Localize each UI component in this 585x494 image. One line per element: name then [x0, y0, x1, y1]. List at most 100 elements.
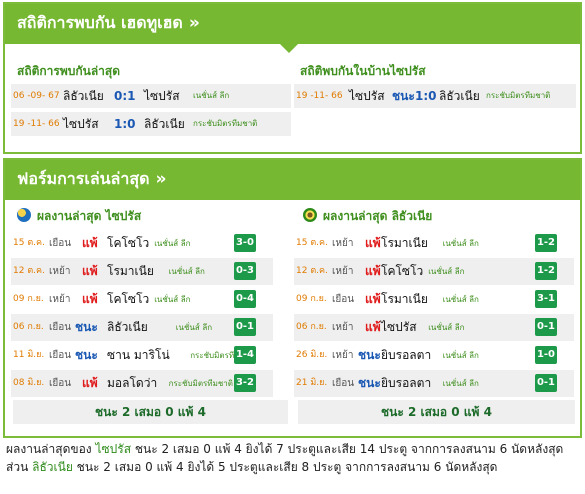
form-row[interactable]: 15 ต.ค. เหย้า แพ้ โรมาเนีย เนชั่นส์ ลีก 1-2 [294, 230, 574, 257]
form-row[interactable]: 06 ก.ย. เยือน ชนะ ลิธัวเนีย เนชั่นส์ ลีก 0-1 [11, 314, 273, 341]
opponent-team: โรมาเนีย [107, 264, 154, 278]
competition: กระชับมิตรทีมชาติ [193, 119, 258, 128]
score-badge: 1-4 [234, 346, 256, 364]
form-header: ฟอร์มการเล่นล่าสุด » [5, 160, 580, 200]
match-result: ชนะ [75, 320, 98, 334]
home-away: เหย้า [332, 238, 354, 249]
match-score: 0:1 [114, 89, 136, 103]
score-badge: 3-2 [234, 374, 256, 392]
match-date: 06 ก.ย. [296, 322, 327, 332]
form-row[interactable]: 09 ก.ย. เยือน แพ้ โรมาเนีย เนชั่นส์ ลีก 3-1 [294, 286, 574, 313]
h2h-panel: สถิติการพบกัน เฮดทูเฮด » สถิติการพบกันล่า… [3, 2, 582, 154]
score-badge: 1-0 [535, 346, 557, 364]
match-result: ชนะ [358, 348, 381, 362]
left-form-summary: ชนะ 2 เสมอ 0 แพ้ 4 [13, 400, 288, 424]
opponent-team: โรมาเนีย [381, 292, 428, 306]
match-date: 09 ก.ย. [13, 294, 44, 304]
match-result: ชนะ [358, 376, 381, 390]
home-away: เหย้า [332, 350, 354, 361]
away-team: ไซปรัส [144, 89, 180, 103]
double-chevron-right-icon: » [155, 169, 167, 189]
score-badge: 0-3 [234, 262, 256, 280]
form-row[interactable]: 15 ต.ค. เยือน แพ้ โคโซโว เนชั่นส์ ลีก 3-0 [11, 230, 273, 257]
form-row[interactable]: 12 ต.ค. เหย้า แพ้ โรมาเนีย เนชั่นส์ ลีก 0-3 [11, 258, 273, 285]
competition: เนชั่นส์ ลีก [193, 91, 230, 100]
match-date: 06 -09- 67 [13, 91, 60, 101]
home-away: เหย้า [49, 266, 71, 277]
match-result: แพ้ [82, 264, 98, 278]
match-result: แพ้ [365, 236, 381, 250]
form-row[interactable]: 11 มิ.ย. เยือน ชนะ ซาน มาริโน่ กระชับมิตรทีม… [11, 342, 273, 369]
double-chevron-right-icon: » [188, 13, 200, 33]
opponent-team: โคโซโว [381, 264, 424, 278]
opponent-team: โคโซโว [107, 236, 150, 250]
lithuania-crest-icon [303, 208, 317, 222]
away-team: ลิธัวเนีย [439, 89, 480, 103]
h2h-match-row[interactable]: 06 -09- 67 ลิธัวเนีย 0:1 ไซปรัส เนชั่นส์ ลีก [11, 84, 291, 108]
score-badge: 1-2 [535, 262, 557, 280]
match-result: แพ้ [82, 292, 98, 306]
h2h-left-subtitle: สถิติการพบกันล่าสุด [17, 64, 121, 78]
form-row[interactable]: 09 ก.ย. เหย้า แพ้ โคโซโว เนชั่นส์ ลีก 0-4 [11, 286, 273, 313]
home-team: ไซปรัส [63, 117, 99, 131]
competition: เนชั่นส์ ลีก [442, 295, 479, 304]
form-panel: ฟอร์มการเล่นล่าสุด » ผลงานล่าสุด ไซปรัส ผ… [3, 158, 582, 438]
home-away: เยือน [332, 378, 355, 389]
form-row[interactable]: 26 มิ.ย. เหย้า ชนะ ยิบรอลตา เนชั่นส์ ลีก 1-0 [294, 342, 574, 369]
opponent-team: ไซปรัส [381, 320, 417, 334]
match-date: 19 -11- 66 [13, 119, 60, 129]
score-badge: 0-1 [234, 318, 256, 336]
team-link-cyprus[interactable]: ไซปรัส [95, 442, 131, 456]
opponent-team: ยิบรอลตา [381, 376, 432, 390]
score-badge: 3-1 [535, 290, 557, 308]
opponent-team: มอลโดว่า [107, 376, 158, 390]
match-date: 09 ก.ย. [296, 294, 327, 304]
home-away: เยือน [49, 378, 72, 389]
competition: เนชั่นส์ ลีก [442, 351, 479, 360]
form-row[interactable]: 08 มิ.ย. เยือน แพ้ มอลโดว่า กระชับมิตรทีมชาต… [11, 370, 273, 397]
h2h-title: สถิติการพบกัน เฮดทูเฮด [17, 13, 183, 32]
form-right-subtitle: ผลงานล่าสุด ลิธัวเนีย [303, 207, 432, 226]
competition: เนชั่นส์ ลีก [428, 267, 465, 276]
home-team: ไซปรัส [349, 89, 385, 103]
home-away: เยือน [332, 294, 355, 305]
match-date: 21 มิ.ย. [296, 378, 328, 388]
home-away: เหย้า [332, 266, 354, 277]
competition: เนชั่นส์ ลีก [154, 239, 191, 248]
home-team: ลิธัวเนีย [63, 89, 104, 103]
competition: เนชั่นส์ ลีก [168, 267, 205, 276]
form-row[interactable]: 06 ก.ย. เหย้า แพ้ ไซปรัส เนชั่นส์ ลีก 0-1 [294, 314, 574, 341]
home-away: เหย้า [332, 322, 354, 333]
competition: เนชั่นส์ ลีก [442, 379, 479, 388]
right-form-summary: ชนะ 2 เสมอ 0 แพ้ 4 [298, 400, 575, 424]
form-row[interactable]: 12 ต.ค. เหย้า แพ้ โคโซโว เนชั่นส์ ลีก 1-2 [294, 258, 574, 285]
match-result: แพ้ [82, 236, 98, 250]
form-left-subtitle: ผลงานล่าสุด ไซปรัส [17, 207, 141, 226]
form-row[interactable]: 21 มิ.ย. เยือน ชนะ ยิบรอลตา เนชั่นส์ ลีก 0-1 [294, 370, 574, 397]
opponent-team: โคโซโว [107, 292, 150, 306]
match-result: ชนะ [392, 89, 415, 103]
match-result: แพ้ [365, 264, 381, 278]
score-badge: 3-0 [234, 234, 256, 252]
match-date: 15 ต.ค. [13, 238, 45, 248]
competition: กระชับมิตรทีมชาติ [168, 379, 233, 388]
match-score: 1:0 [415, 89, 437, 103]
competition: เนชั่นส์ ลีก [442, 239, 479, 248]
competition: เนชั่นส์ ลีก [428, 323, 465, 332]
match-date: 11 มิ.ย. [13, 350, 45, 360]
match-date: 15 ต.ค. [296, 238, 328, 248]
match-result: แพ้ [82, 376, 98, 390]
competition: เนชั่นส์ ลีก [175, 323, 213, 332]
match-date: 12 ต.ค. [296, 266, 328, 276]
score-badge: 0-1 [535, 374, 557, 392]
match-date: 08 มิ.ย. [13, 378, 45, 388]
match-date: 19 -11- 66 [296, 91, 343, 101]
team-link-lithuania[interactable]: ลิธัวเนีย [32, 460, 73, 474]
home-away: เยือน [49, 238, 72, 249]
h2h-match-row[interactable]: 19 -11- 66 ไซปรัส 1:0 ลิธัวเนีย กระชับมิตรที… [11, 112, 291, 136]
away-team: ลิธัวเนีย [144, 117, 185, 131]
match-result: แพ้ [365, 320, 381, 334]
h2h-header: สถิติการพบกัน เฮดทูเฮด » [5, 4, 580, 53]
h2h-home-match-row[interactable]: 19 -11- 66 ไซปรัส ชนะ 1:0 ลิธัวเนีย กระชับมิต… [294, 84, 576, 108]
home-away: เยือน [49, 350, 72, 361]
